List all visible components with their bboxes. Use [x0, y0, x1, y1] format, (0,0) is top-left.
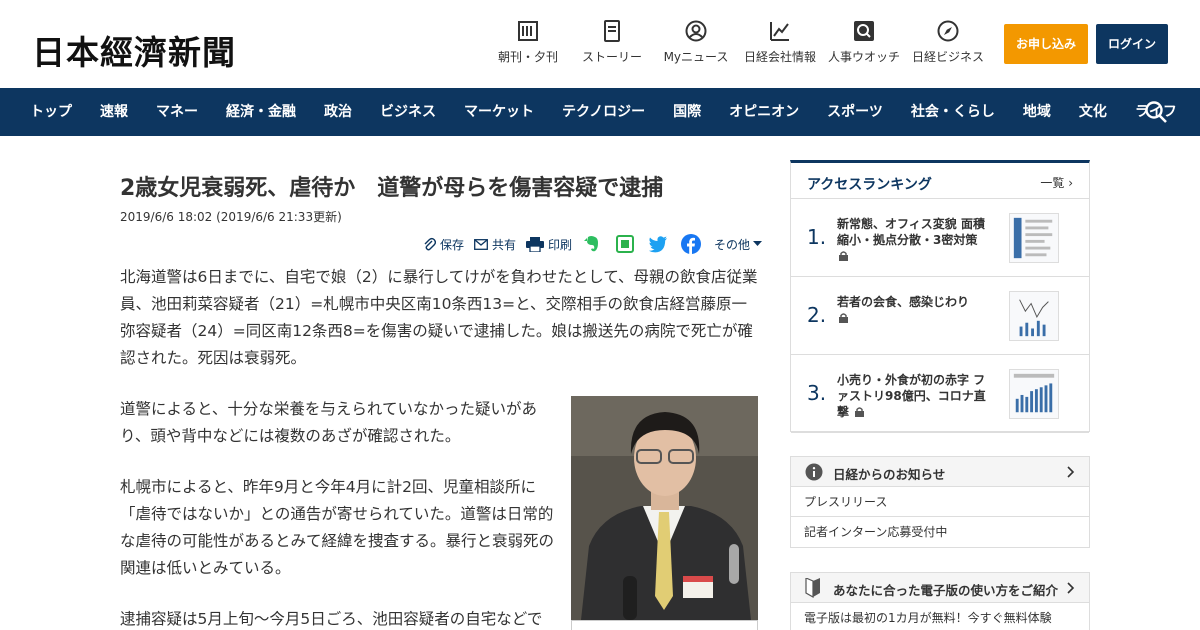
nav-item-sokuho[interactable]: 速報	[86, 88, 142, 136]
other-label: その他	[714, 237, 751, 252]
nav-item-society[interactable]: 社会・くらし	[897, 88, 1009, 136]
main-nav: トップ 速報 マネー 経済・金融 政治 ビジネス マーケット テクノロジー 国際…	[0, 88, 1200, 136]
lock-icon	[839, 313, 848, 323]
guide-header[interactable]: あなたに合った電子版の使い方をご紹介	[791, 573, 1089, 603]
save-label: 保存	[440, 237, 465, 252]
notice-item[interactable]: プレスリリース	[791, 487, 1089, 517]
ranking-thumbnail	[1009, 369, 1059, 419]
search-icon[interactable]	[1144, 100, 1168, 124]
nikkei-notice-box: 日経からのお知らせ プレスリリース 記者インターン応募受付中	[790, 456, 1090, 548]
article-paragraph: 札幌市によると、昨年9月と今年4月に計2回、児童相談所に「虐待ではないか」との通…	[120, 478, 555, 577]
nav-item-sports[interactable]: スポーツ	[813, 88, 897, 136]
print-label: 印刷	[548, 237, 573, 252]
article-paragraph: 北海道警は6日までに、自宅で娘（2）に暴行してけがを負わせたとして、母親の飲食店…	[120, 268, 758, 367]
tool-paper[interactable]: 朝刊・夕刊	[490, 20, 566, 65]
lock-icon	[839, 251, 848, 261]
nav-item-local[interactable]: 地域	[1009, 88, 1065, 136]
ranking-item[interactable]: 1. 新常態、オフィス変貌 面積縮小・拠点分散・3密対策	[791, 199, 1089, 277]
ranking-text: 小売り・外食が初の赤字 ファストリ98億円、コロナ直撃	[837, 373, 986, 419]
nav-item-money[interactable]: マネー	[142, 88, 212, 136]
ranking-thumbnail	[1009, 213, 1059, 263]
nav-item-tech[interactable]: テクノロジー	[548, 88, 659, 136]
evernote-icon[interactable]	[582, 234, 602, 254]
tool-mynews[interactable]: Myニュース	[658, 20, 734, 65]
ranking-item[interactable]: 2. 若者の会食、感染じわり	[791, 277, 1089, 355]
notice-title: 日経からのお知らせ	[833, 467, 946, 482]
tool-business[interactable]: 日経ビジネス	[910, 20, 986, 65]
ranking-title: アクセスランキング	[807, 177, 932, 193]
share-bar: 保存 共有 印刷 その他	[423, 232, 776, 256]
share-button[interactable]: 共有	[474, 236, 516, 253]
article-photo[interactable]	[571, 396, 758, 620]
ranking-thumbnail	[1009, 291, 1059, 341]
tool-label: 人事ウオッチ	[827, 50, 900, 64]
chevron-right-icon	[1067, 466, 1075, 478]
guide-item[interactable]: 電子版は最初の1カ月が無料！今すぐ無料体験	[791, 603, 1089, 630]
access-ranking: アクセスランキング 一覧 › 1. 新常態、オフィス変貌 面積縮小・拠点分散・3…	[790, 160, 1090, 433]
beginner-mark-icon	[805, 578, 820, 598]
tool-story[interactable]: ストーリー	[574, 20, 650, 65]
tool-jinji[interactable]: 人事ウオッチ	[826, 20, 902, 65]
nav-item-politics[interactable]: 政治	[310, 88, 366, 136]
ranking-number: 1.	[807, 225, 827, 249]
lock-icon	[855, 407, 865, 417]
nav-item-top[interactable]: トップ	[16, 88, 86, 136]
newspaper-icon	[518, 21, 538, 41]
mail-icon	[474, 238, 488, 250]
login-button[interactable]: ログイン	[1096, 24, 1168, 64]
facebook-icon[interactable]	[681, 234, 702, 254]
ranking-text: 新常態、オフィス変貌 面積縮小・拠点分散・3密対策	[837, 216, 989, 264]
save-button[interactable]: 保存	[423, 236, 464, 253]
user-icon	[685, 20, 707, 42]
nav-item-business[interactable]: ビジネス	[366, 88, 450, 136]
tool-label: 日経会社情報	[743, 50, 816, 64]
ranking-number: 3.	[807, 381, 827, 405]
article-title: 2歳女児衰弱死、虐待か 道警が母らを傷害容疑で逮捕	[120, 176, 664, 201]
ranking-header: アクセスランキング 一覧 ›	[791, 163, 1089, 199]
tool-label: Myニュース	[663, 50, 729, 64]
site-header: 日本經濟新聞 朝刊・夕刊 ストーリー Myニュース 日経会社情報 人事ウオッチ …	[0, 0, 1200, 88]
clip-icon	[424, 237, 436, 251]
story-icon	[604, 20, 620, 42]
chevron-right-icon	[1067, 582, 1075, 594]
compass-icon	[937, 20, 959, 42]
printer-icon	[526, 236, 545, 252]
caret-down-icon	[753, 241, 763, 246]
notice-header[interactable]: 日経からのお知らせ	[791, 457, 1089, 487]
twitter-icon[interactable]	[648, 234, 668, 254]
share-label: 共有	[492, 237, 517, 252]
notice-item[interactable]: 記者インターン応募受付中	[791, 517, 1089, 547]
nav-item-market[interactable]: マーケット	[450, 88, 548, 136]
photo-caption	[571, 620, 758, 630]
search-person-icon	[854, 21, 874, 41]
header-tools: 朝刊・夕刊 ストーリー Myニュース 日経会社情報 人事ウオッチ 日経ビジネス	[490, 20, 994, 65]
feedly-icon[interactable]	[615, 234, 635, 254]
nav-item-world[interactable]: 国際	[659, 88, 715, 136]
info-icon	[805, 463, 823, 481]
other-share-button[interactable]: その他	[714, 236, 766, 253]
guide-title: あなたに合った電子版の使い方をご紹介	[833, 583, 1059, 598]
nav-item-opinion[interactable]: オピニオン	[715, 88, 813, 136]
tool-company[interactable]: 日経会社情報	[742, 20, 818, 65]
article-paragraph: 逮捕容疑は5月上旬～今月5日ごろ、池田容疑者の自宅などで	[120, 610, 543, 628]
ranking-more-link[interactable]: 一覧 ›	[1040, 174, 1073, 191]
nav-item-culture[interactable]: 文化	[1065, 88, 1121, 136]
press-conference-image	[571, 396, 758, 620]
tool-label: 日経ビジネス	[911, 50, 984, 64]
ranking-number: 2.	[807, 303, 827, 327]
digital-guide-box: あなたに合った電子版の使い方をご紹介 電子版は最初の1カ月が無料！今すぐ無料体験	[790, 572, 1090, 630]
article-paragraph: 道警によると、十分な栄養を与えられていなかった疑いがあり、頭や背中などには複数の…	[120, 400, 537, 445]
nav-item-economy[interactable]: 経済・金融	[212, 88, 310, 136]
ranking-item[interactable]: 3. 小売り・外食が初の赤字 ファストリ98億円、コロナ直撃	[791, 355, 1089, 433]
tool-label: ストーリー	[581, 50, 642, 64]
site-logo[interactable]: 日本經濟新聞	[32, 26, 236, 74]
apply-button[interactable]: お申し込み	[1004, 24, 1088, 64]
ranking-text: 若者の会食、感染じわり	[837, 294, 989, 326]
tool-label: 朝刊・夕刊	[497, 50, 558, 64]
print-button[interactable]: 印刷	[526, 236, 572, 253]
article-date: 2019/6/6 18:02 (2019/6/6 21:33更新)	[120, 210, 342, 224]
chart-icon	[770, 22, 789, 41]
